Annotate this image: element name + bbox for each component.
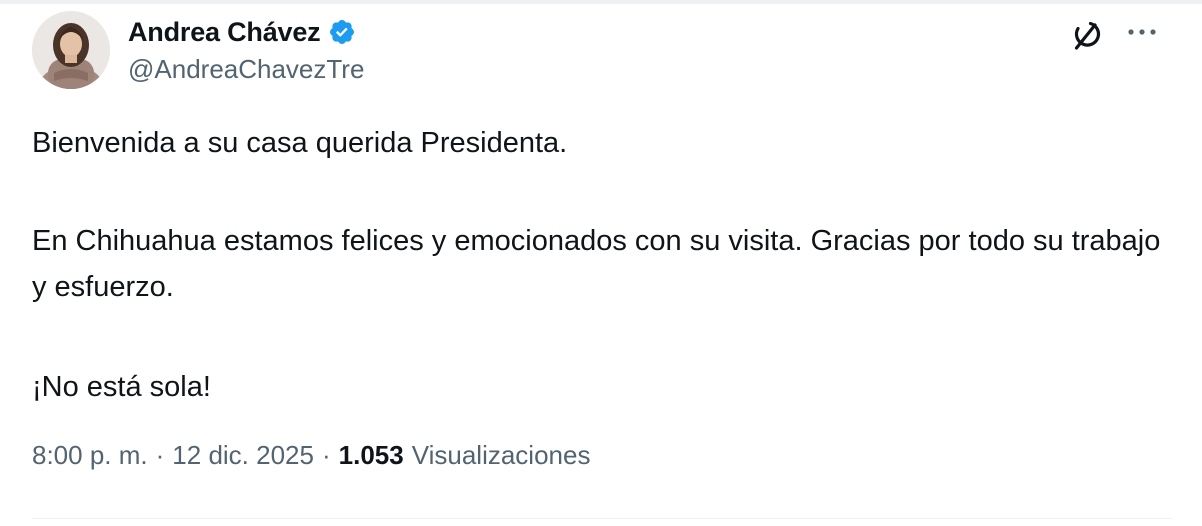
tweet-time[interactable]: 8:00 p. m. (32, 440, 148, 471)
meta-separator: · (321, 440, 331, 470)
tweet-paragraph: ¡No está sola! (32, 371, 211, 403)
tweet-card: Andrea Chávez @AndreaChavezTre Bienvenid… (0, 0, 1202, 526)
views-label: Visualizaciones (411, 440, 591, 470)
avatar-photo (32, 11, 110, 89)
author-handle[interactable]: @AndreaChavezTre (128, 54, 364, 85)
author-name-row: Andrea Chávez (128, 14, 356, 50)
tweet-paragraph: En Chihuahua estamos felices y emocionad… (32, 225, 1161, 303)
grok-icon[interactable] (1066, 14, 1106, 54)
author-display-name[interactable]: Andrea Chávez (128, 17, 321, 48)
verified-badge-icon[interactable] (328, 18, 356, 46)
more-options-icon[interactable] (1124, 18, 1160, 46)
tweet-paragraph: Bienvenida a su casa querida Presidenta. (32, 127, 568, 159)
meta-separator: · (155, 440, 165, 470)
bottom-divider (32, 518, 1172, 519)
tweet-metadata: 8:00 p. m. · 12 dic. 2025 · 1.053 Visual… (32, 440, 590, 471)
top-divider (0, 0, 1202, 4)
views-count: 1.053 (338, 440, 404, 470)
avatar[interactable] (32, 11, 110, 89)
tweet-date[interactable]: 12 dic. 2025 (172, 440, 314, 471)
